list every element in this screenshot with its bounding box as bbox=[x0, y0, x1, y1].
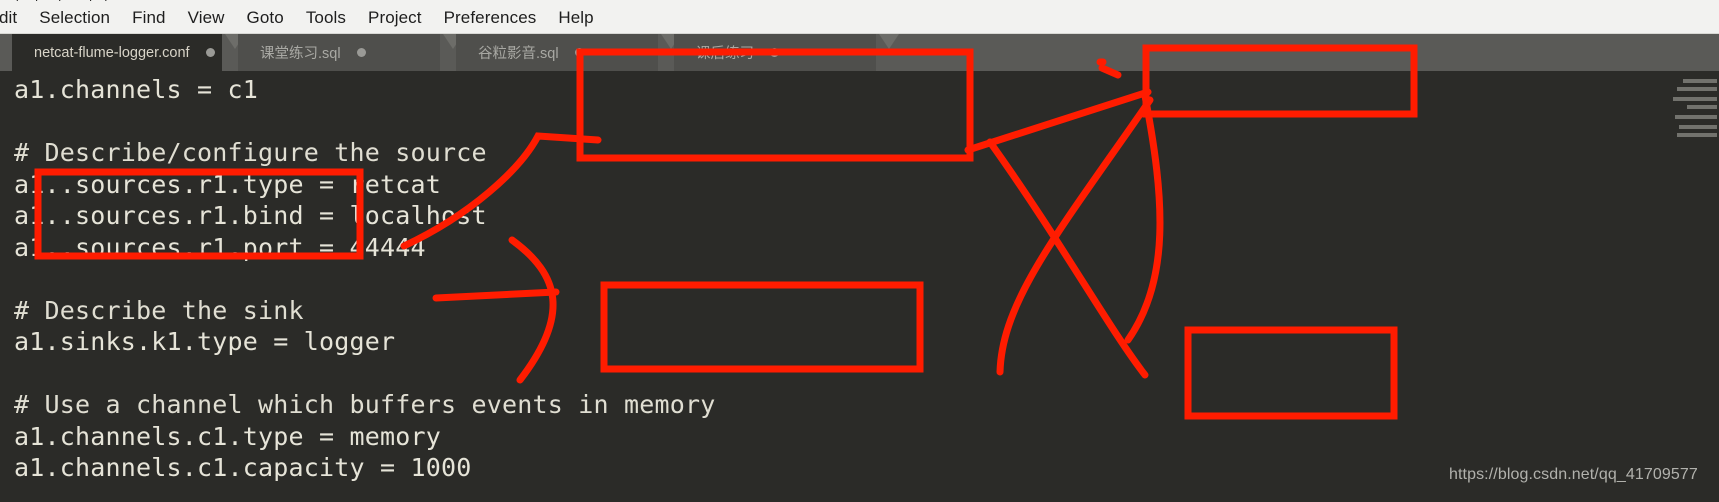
tab-label: 谷粒影音.sql bbox=[478, 46, 559, 62]
code-line: a1..sources.r1.type = retcat bbox=[14, 169, 442, 199]
tab-label: netcat-flume-logger.conf bbox=[34, 44, 190, 61]
code-line: a1..sources.r1.port = 44444 bbox=[14, 232, 426, 262]
code-line: a1..sources.r1.bind = localhost bbox=[14, 201, 487, 230]
minimap-line bbox=[1687, 105, 1717, 109]
tab-bar[interactable]: netcat-flume-logger.conf 课堂练习.sql 谷粒影音.sql… bbox=[0, 34, 1719, 71]
menu-bar: . . | .. | . . | . . . | . | . ditSelect… bbox=[0, 0, 1719, 34]
code-line: # Describe the sink bbox=[14, 295, 304, 325]
minimap-line bbox=[1675, 115, 1717, 119]
menu-item-selection[interactable]: Selection bbox=[28, 8, 121, 28]
menu-item-help[interactable]: Help bbox=[547, 8, 604, 28]
tab-2[interactable]: 课堂练习.sql bbox=[238, 34, 440, 71]
code-content: a1.channels = c1 # Describe/configure th… bbox=[14, 74, 716, 484]
code-line: a1.sinks.k1.type = logger bbox=[14, 327, 396, 356]
code-line: a1.channels.c1.capacity = 1000 bbox=[14, 453, 472, 482]
watermark-url: https://blog.csdn.net/qq_41709577 bbox=[1449, 466, 1698, 483]
tab-label: 课堂练习.sql bbox=[260, 46, 341, 62]
menu-item-goto[interactable]: Goto bbox=[236, 8, 295, 28]
minimap[interactable] bbox=[1661, 71, 1719, 502]
menu-item-dit[interactable]: dit bbox=[0, 8, 28, 28]
minimap-line bbox=[1683, 79, 1717, 83]
tab-modified-dot-icon[interactable] bbox=[574, 48, 584, 57]
minimap-line bbox=[1677, 87, 1717, 91]
clipped-toolbar-row: . . | .. | . . | . . . | . | . bbox=[0, 0, 1719, 1]
code-line: a1.channels.c1.type = memory bbox=[14, 421, 442, 451]
code-line: # Use a channel which buffers events in … bbox=[14, 390, 716, 419]
menu-item-tools[interactable]: Tools bbox=[295, 8, 357, 28]
tab-3[interactable]: 谷粒影音.sql bbox=[456, 34, 658, 71]
menu-item-view[interactable]: View bbox=[177, 8, 236, 28]
tab-4[interactable]: 课后练习 bbox=[674, 34, 876, 71]
menu-item-project[interactable]: Project bbox=[357, 8, 433, 28]
minimap-line bbox=[1673, 97, 1717, 101]
code-line: # Describe/configure the source bbox=[14, 138, 487, 167]
tab-modified-dot-icon[interactable] bbox=[356, 48, 366, 57]
tab-1[interactable]: netcat-flume-logger.conf bbox=[12, 34, 222, 71]
minimap-line bbox=[1679, 125, 1717, 129]
code-editor[interactable]: a1.channels = c1 # Describe/configure th… bbox=[0, 71, 1719, 502]
tab-modified-dot-icon[interactable] bbox=[205, 48, 215, 57]
tab-modified-dot-icon[interactable] bbox=[770, 48, 779, 57]
menu-item-preferences[interactable]: Preferences bbox=[433, 8, 548, 28]
tab-separator bbox=[876, 34, 899, 71]
menu-item-list: dit Selection Find View Goto Tools Project Pref… bbox=[0, 8, 605, 28]
menu-item-find[interactable]: Find bbox=[121, 8, 176, 28]
tab-label: 课后练习 bbox=[696, 46, 754, 62]
code-line: a1.channels = c1 bbox=[14, 75, 259, 104]
minimap-line bbox=[1677, 133, 1717, 137]
